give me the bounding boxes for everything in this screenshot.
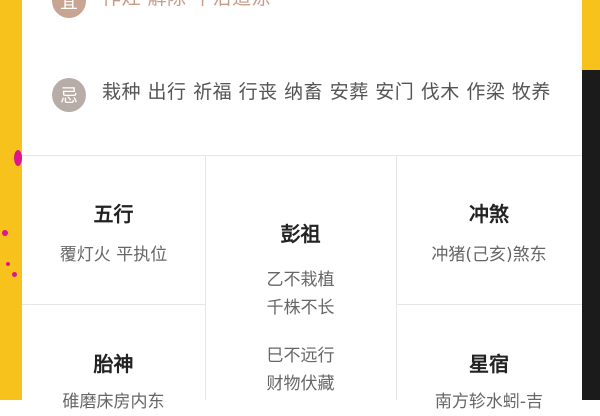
ji-badge: 忌 (52, 78, 86, 112)
wuxing-value: 覆灯火 平执位 (59, 245, 168, 265)
grid-divider (396, 304, 582, 305)
decorative-dot (2, 230, 8, 236)
chongsha-value: 冲猪(己亥)煞东 (431, 245, 547, 265)
decorative-dot (12, 272, 17, 277)
taishen-title: 胎神 (93, 352, 134, 376)
grid-divider (22, 304, 205, 305)
right-gold-band (582, 0, 600, 70)
ji-row: 忌 栽种 出行 祈福 行丧 纳畜 安葬 安门 伐木 作梁 牧养 (52, 78, 562, 112)
pengzu-line-1: 乙不栽植 (266, 270, 335, 290)
grid-divider (22, 155, 582, 156)
decorative-dot (6, 262, 10, 266)
pengzu-line-3: 巳不远行 (266, 346, 335, 366)
chongsha-title: 冲煞 (469, 202, 509, 226)
taishen-value: 碓磨床房内东 (62, 392, 165, 412)
pengzu-line-4: 财物伏藏 (266, 374, 335, 394)
almanac-card: 宜 作灶 解除 平治道涂 忌 栽种 出行 祈福 行丧 纳畜 安葬 安门 伐木 作… (22, 0, 582, 412)
xingxiu-title: 星宿 (469, 352, 509, 376)
xingxiu-value: 南方轸水蚓-吉 (434, 392, 544, 412)
pengzu-line-2: 千株不长 (266, 298, 335, 318)
right-decorative-strip (582, 0, 600, 400)
yi-row: 宜 作灶 解除 平治道涂 (52, 0, 562, 18)
left-decorative-strip (0, 0, 22, 400)
pengzu-title: 彭祖 (280, 222, 321, 246)
decorative-dot (14, 150, 22, 166)
wuxing-title: 五行 (93, 202, 134, 226)
yi-badge: 宜 (52, 0, 86, 18)
yi-items: 作灶 解除 平治道涂 (102, 0, 562, 12)
ji-items: 栽种 出行 祈福 行丧 纳畜 安葬 安门 伐木 作梁 牧养 (102, 81, 551, 103)
